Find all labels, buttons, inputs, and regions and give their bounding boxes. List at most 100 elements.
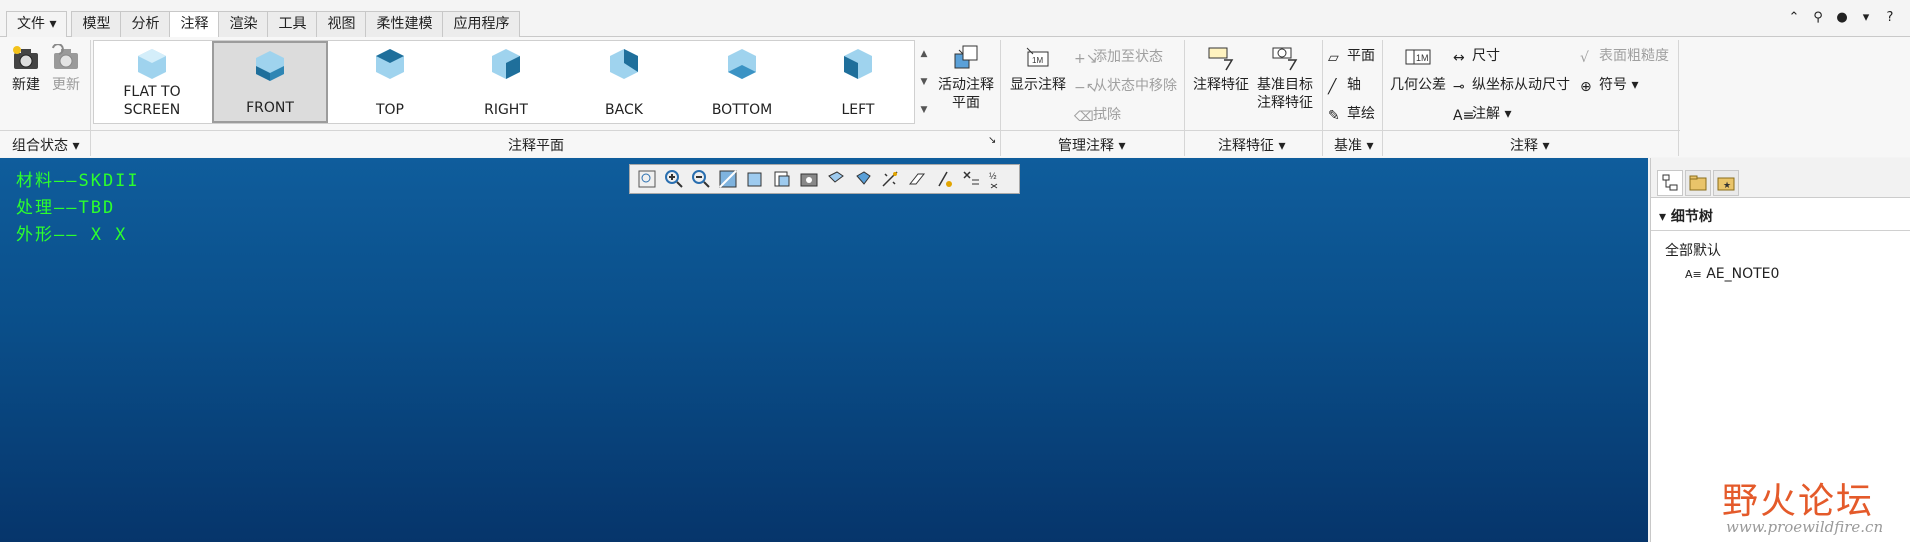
ordinate-dimension-icon: ⊸: [1453, 79, 1465, 95]
datum-target-annotation-feature-button[interactable]: 基准目标 注释特征: [1254, 44, 1316, 112]
group-label-manage-annotations[interactable]: 管理注释 ▾: [1058, 135, 1125, 155]
folder-browser-tab[interactable]: [1685, 170, 1711, 196]
view-manager-icon[interactable]: [798, 168, 821, 190]
datum-display-icon[interactable]: [879, 168, 902, 190]
note-button[interactable]: A≡注解 ▾: [1453, 103, 1511, 124]
help-icon[interactable]: ?: [1882, 10, 1898, 25]
new-combo-state-button[interactable]: 新建: [8, 44, 44, 94]
group-label-annotation-features[interactable]: 注释特征 ▾: [1218, 135, 1285, 155]
tab-annotate[interactable]: 注释: [169, 11, 220, 38]
zoom-in-icon[interactable]: [663, 168, 686, 190]
dimension-button[interactable]: ↔ 尺寸: [1453, 45, 1500, 66]
plane-back[interactable]: BACK: [566, 41, 682, 123]
svg-text:1M: 1M: [1416, 53, 1429, 63]
gallery-scrollbar[interactable]: ▲ ▼ ▼: [914, 40, 933, 124]
tab-applications[interactable]: 应用程序: [442, 11, 521, 37]
group-launcher-icon[interactable]: ↘: [988, 135, 996, 146]
group-label-annotations[interactable]: 注释 ▾: [1510, 135, 1549, 155]
tab-analysis[interactable]: 分析: [120, 11, 171, 37]
tab-view[interactable]: 视图: [316, 11, 367, 37]
detail-tree-header[interactable]: ▾ 细节树: [1659, 206, 1713, 226]
app-window: 文件 ▾ 模型 分析 注释 渲染 工具 视图 柔性建模 应用程序 ⌃ ⚲ ● ▾…: [0, 0, 1910, 542]
note-treatment[interactable]: 处理——TBD: [16, 195, 140, 222]
update-combo-state-button[interactable]: 更新: [48, 44, 84, 94]
collapse-triangle-icon[interactable]: ▾: [1659, 209, 1666, 225]
search-icon[interactable]: ⚲: [1810, 10, 1826, 25]
tab-render[interactable]: 渲染: [218, 11, 269, 37]
plane-flat-to-screen[interactable]: FLAT TO SCREEN: [94, 41, 210, 123]
folder-icon: [1689, 175, 1707, 191]
annotation-feature-button[interactable]: 注释特征: [1190, 44, 1252, 94]
plane-front[interactable]: FRONT: [212, 41, 328, 123]
shading-icon[interactable]: ½: [987, 168, 1010, 190]
wireframe-icon[interactable]: [960, 168, 983, 190]
repaint-icon[interactable]: [717, 168, 740, 190]
tab-flexible-modeling[interactable]: 柔性建模: [365, 11, 444, 37]
show-annotations-button[interactable]: 1M 显示注释: [1006, 44, 1070, 94]
note-icon: A≡: [1685, 268, 1702, 281]
graphics-toolbar: ½: [629, 164, 1020, 194]
plane-right[interactable]: RIGHT: [448, 41, 564, 123]
surface-finish-button[interactable]: √ 表面粗糙度: [1580, 45, 1669, 66]
detail-tree-tab[interactable]: [1657, 170, 1683, 196]
panel-divider: [1651, 230, 1910, 231]
watermark-url: www.proewildfire.cn: [1726, 518, 1884, 536]
zoom-out-icon[interactable]: [690, 168, 713, 190]
scroll-down-icon[interactable]: ▼: [915, 68, 933, 96]
datum-plane-button[interactable]: ▱ 平面: [1328, 45, 1375, 66]
collapse-ribbon-icon[interactable]: ⌃: [1786, 10, 1802, 25]
plane-bottom[interactable]: BOTTOM: [684, 41, 800, 123]
symbol-button[interactable]: ⊕ 符号 ▾: [1580, 74, 1638, 95]
plane-top[interactable]: TOP: [332, 41, 448, 123]
ordinate-driven-dimension-button[interactable]: ⊸ 纵坐标从动尺寸: [1453, 74, 1570, 95]
show-annotations-icon: 1M: [1026, 47, 1049, 67]
geometric-tolerance-button[interactable]: 1M 几何公差: [1388, 44, 1448, 94]
tree-item-all-default[interactable]: 全部默认: [1665, 240, 1721, 260]
svg-text:½: ½: [989, 171, 997, 181]
surface-finish-icon: √: [1580, 50, 1589, 66]
group-label-combo-state[interactable]: 组合状态 ▾: [12, 135, 79, 155]
tab-tools[interactable]: 工具: [267, 11, 318, 37]
note-outline[interactable]: 外形—— X X: [16, 222, 140, 249]
gallery-expand-icon[interactable]: ▼: [915, 96, 933, 124]
favorites-tab[interactable]: ★: [1713, 170, 1739, 196]
group-label-annotation-planes: 注释平面: [508, 138, 564, 154]
eraser-icon: ⌫: [1074, 109, 1094, 125]
perspective-icon[interactable]: [825, 168, 848, 190]
spin-center-icon[interactable]: [852, 168, 875, 190]
cube-view-icon: [138, 49, 166, 79]
file-menu-button[interactable]: 文件 ▾: [6, 11, 68, 37]
cube-front-icon: [256, 51, 284, 81]
menu-tab-bar: 文件 ▾ 模型 分析 注释 渲染 工具 视图 柔性建模 应用程序 ⌃ ⚲ ● ▾…: [0, 0, 1910, 38]
symbol-icon: ⊕: [1580, 79, 1592, 95]
svg-text:1M: 1M: [1032, 56, 1043, 65]
dropdown-icon[interactable]: ▾: [1858, 10, 1874, 25]
tab-model[interactable]: 模型: [71, 11, 122, 37]
annotation-plane-gallery: FLAT TO SCREEN FRONT TOP RIGHT BACK BOTT…: [93, 40, 933, 124]
watermark-logo: 野火论坛: [1722, 481, 1875, 522]
display-style-icon[interactable]: [744, 168, 767, 190]
datum-axis-button[interactable]: ╱ 轴: [1328, 74, 1361, 95]
add-to-state-button[interactable]: +↘添加至状态: [1074, 46, 1163, 67]
gtol-icon: 1M: [1405, 49, 1431, 65]
model-notes: 材料——SKDII 处理——TBD 外形—— X X: [16, 168, 140, 249]
scroll-up-icon[interactable]: ▲: [915, 40, 933, 68]
graphics-window[interactable]: 材料——SKDII 处理——TBD 外形—— X X ½: [0, 158, 1648, 542]
note-material[interactable]: 材料——SKDII: [16, 168, 140, 195]
sketch-button[interactable]: ✎ 草绘: [1328, 103, 1375, 124]
tree-icon: [1662, 174, 1678, 191]
refit-icon[interactable]: [636, 168, 659, 190]
group-label-datum[interactable]: 基准 ▾: [1334, 135, 1373, 155]
saved-orientations-icon[interactable]: [771, 168, 794, 190]
svg-text:★: ★: [1723, 180, 1731, 190]
hidden-line-icon[interactable]: [933, 168, 956, 190]
plane-left[interactable]: LEFT: [800, 41, 916, 123]
active-annotation-plane-button[interactable]: 活动注释 平面: [936, 44, 996, 112]
cube-top-icon: [376, 49, 404, 79]
erase-button[interactable]: ⌫拭除: [1074, 104, 1121, 125]
remove-from-state-button[interactable]: −↖从状态中移除: [1074, 75, 1177, 96]
user-icon[interactable]: ●: [1834, 10, 1850, 25]
annotation-display-icon[interactable]: [906, 168, 929, 190]
cube-left-icon: [844, 49, 872, 79]
tree-item-ae-note0[interactable]: A≡ AE_NOTE0: [1685, 266, 1779, 282]
